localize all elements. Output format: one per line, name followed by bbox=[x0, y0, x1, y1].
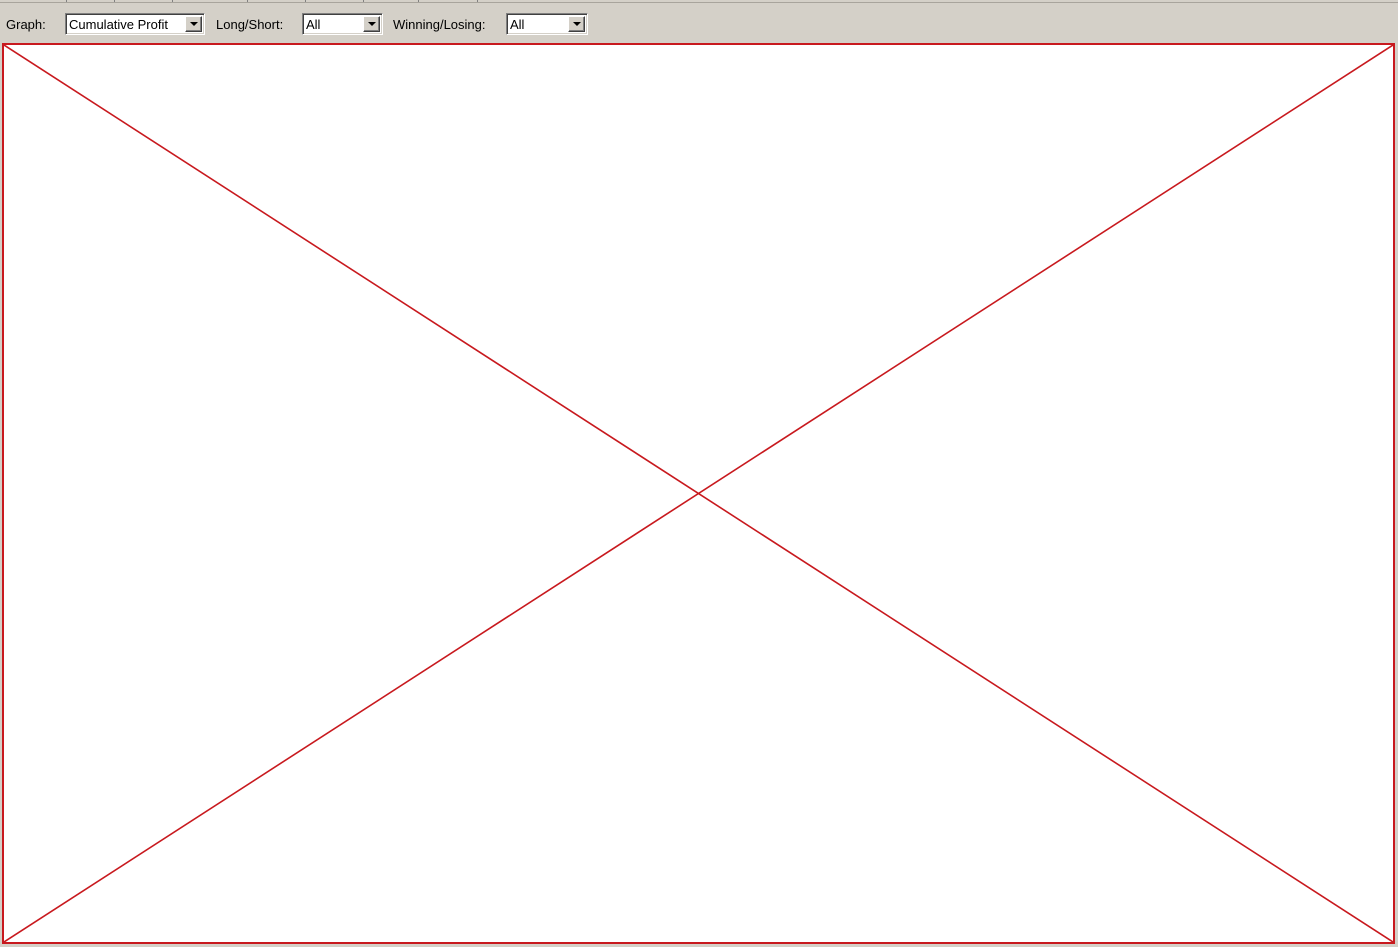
chevron-down-icon bbox=[190, 22, 198, 26]
tab-separator bbox=[172, 0, 173, 2]
long-short-select[interactable]: All bbox=[302, 13, 383, 35]
tab-separator bbox=[114, 0, 115, 2]
chevron-down-icon bbox=[368, 22, 376, 26]
long-short-select-dropdown-button[interactable] bbox=[363, 16, 380, 32]
long-short-label: Long/Short: bbox=[216, 17, 284, 32]
tab-separator bbox=[363, 0, 364, 2]
winning-losing-select-dropdown-button[interactable] bbox=[568, 16, 585, 32]
winning-losing-select[interactable]: All bbox=[506, 13, 588, 35]
tab-separator bbox=[305, 0, 306, 2]
red-x-placeholder-icon bbox=[4, 45, 1393, 942]
graph-select-value: Cumulative Profit bbox=[69, 17, 168, 32]
long-short-select-value: All bbox=[306, 17, 321, 32]
tab-separator bbox=[66, 0, 67, 2]
graph-area bbox=[2, 43, 1395, 944]
winning-losing-select-value: All bbox=[510, 17, 525, 32]
chevron-down-icon bbox=[573, 22, 581, 26]
graph-label: Graph: bbox=[6, 17, 46, 32]
tab-separator bbox=[418, 0, 419, 2]
tab-separator bbox=[477, 0, 478, 2]
graph-select-dropdown-button[interactable] bbox=[185, 16, 202, 32]
tab-separator bbox=[247, 0, 248, 2]
winning-losing-label: Winning/Losing: bbox=[393, 17, 486, 32]
graph-select[interactable]: Cumulative Profit bbox=[65, 13, 205, 35]
filter-toolbar: Graph: Cumulative Profit Long/Short: All… bbox=[0, 3, 1398, 43]
